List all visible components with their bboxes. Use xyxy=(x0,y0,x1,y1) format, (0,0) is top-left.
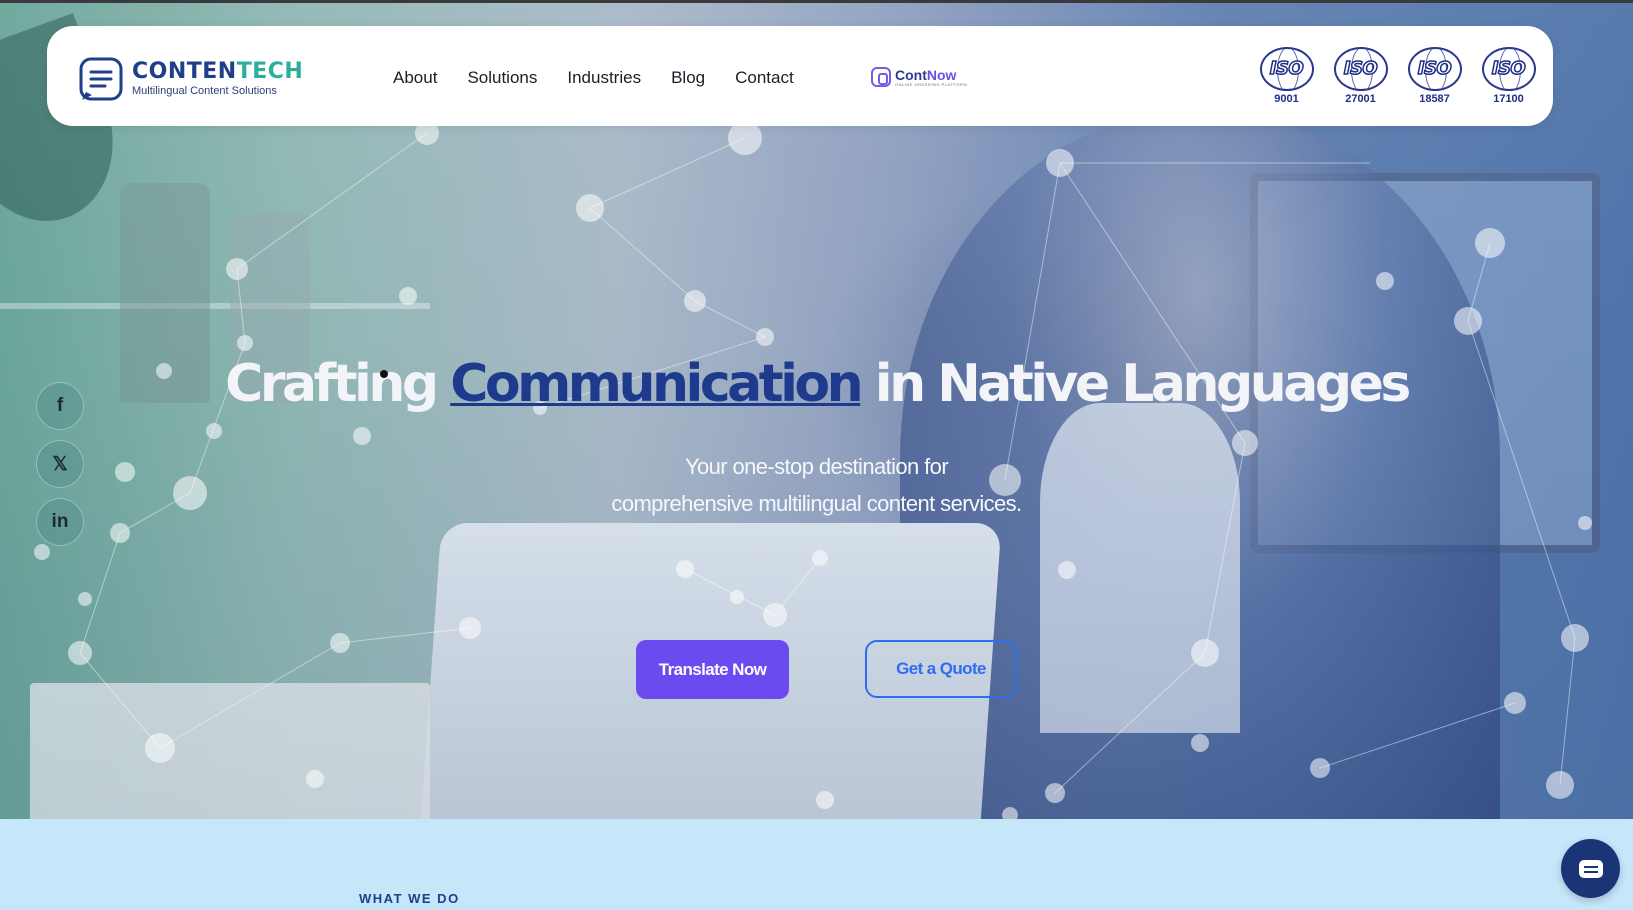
hero-subtitle-line: Your one-stop destination for xyxy=(684,454,949,479)
iso-badge-number: 9001 xyxy=(1274,93,1299,105)
hero-subtitle: Your one-stop destination for comprehens… xyxy=(0,448,1633,522)
nav-link-blog[interactable]: Blog xyxy=(671,68,705,88)
nav-link-about[interactable]: About xyxy=(393,68,437,88)
iso-badge-number: 18587 xyxy=(1419,93,1450,105)
hero-headline: Crafting Communication in Native Languag… xyxy=(0,354,1633,414)
section-label: WHAT WE DO xyxy=(359,891,460,906)
iso-badge-word: ISO xyxy=(1491,57,1526,80)
logo-title: CONTENTECH xyxy=(132,59,304,84)
iso-badge-word: ISO xyxy=(1269,57,1304,80)
nav-link-industries[interactable]: Industries xyxy=(567,68,641,88)
iso-badge: ISO 17100 xyxy=(1480,47,1537,105)
nav-link-solutions[interactable]: Solutions xyxy=(467,68,537,88)
contnow-text: ContNow ONLINE ORDERING PLATFORM xyxy=(895,68,967,87)
cursor-dot xyxy=(380,370,388,378)
iso-badge: ISO 27001 xyxy=(1332,47,1389,105)
iso-badge-word: ISO xyxy=(1343,57,1378,80)
headline-highlight: Communication xyxy=(450,354,863,414)
hero-subtitle-line: comprehensive multilingual content servi… xyxy=(611,491,1022,516)
logo-tagline: Multilingual Content Solutions xyxy=(132,85,277,97)
iso-badge-number: 17100 xyxy=(1493,93,1524,105)
logo-icon xyxy=(79,57,123,101)
headline-pre: Crafting xyxy=(225,354,451,414)
iso-badge-number: 27001 xyxy=(1345,93,1376,105)
translate-now-button[interactable]: Translate Now xyxy=(636,640,789,699)
headline-post: in Native Languages xyxy=(860,354,1412,414)
chat-button[interactable] xyxy=(1561,839,1620,898)
nav-link-contact[interactable]: Contact xyxy=(735,68,794,88)
brand-logo[interactable]: CONTENTECH Multilingual Content Solution… xyxy=(78,56,303,102)
iso-badge-word: ISO xyxy=(1417,57,1452,80)
contnow-subtitle: ONLINE ORDERING PLATFORM xyxy=(895,81,968,87)
logo-text: CONTENTECH Multilingual Content Solution… xyxy=(132,59,304,98)
get-a-quote-button[interactable]: Get a Quote xyxy=(865,640,1017,698)
iso-certifications: ISO 9001 ISO 27001 ISO 18587 ISO 17100 xyxy=(1258,47,1537,105)
contnow-icon xyxy=(871,67,891,87)
contnow-title: ContNow xyxy=(895,66,957,83)
main-menu: About Solutions Industries Blog Contact xyxy=(393,68,794,88)
contnow-logo-link[interactable]: ContNow ONLINE ORDERING PLATFORM xyxy=(871,67,967,87)
chat-icon xyxy=(1578,859,1603,878)
iso-badge: ISO 9001 xyxy=(1258,47,1315,105)
iso-badge: ISO 18587 xyxy=(1406,47,1463,105)
